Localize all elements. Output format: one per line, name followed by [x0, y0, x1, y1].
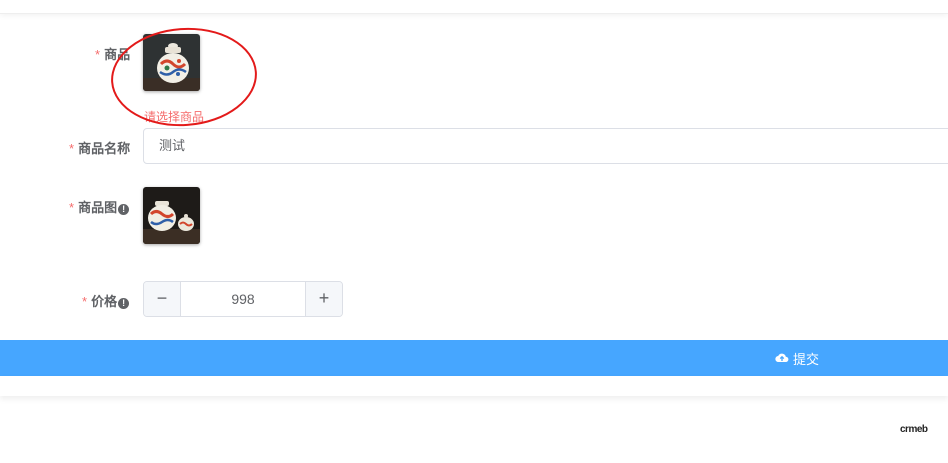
product-name-label-text: 商品名称 [78, 141, 131, 156]
decrease-button[interactable]: − [144, 282, 181, 316]
product-name-input[interactable]: 测试 [143, 128, 948, 164]
submit-button[interactable]: 提交 [0, 340, 948, 376]
info-icon[interactable]: ! [118, 204, 130, 215]
required-mark: * [69, 200, 75, 215]
required-mark: * [95, 47, 101, 62]
product-image-thumbnail[interactable] [143, 187, 200, 244]
top-header-edge [0, 0, 948, 14]
porcelain-set-image [143, 187, 200, 244]
submit-label: 提交 [793, 351, 820, 367]
product-image-label: * 商品图! [69, 197, 130, 216]
annotation-circle [107, 23, 261, 131]
product-name-label: * 商品名称 [69, 138, 130, 157]
required-mark: * [82, 294, 88, 309]
form-page: * 商品 请选择商品 * 商品名称 测试 * 商品图! * 价格 ! − 998… [0, 0, 948, 463]
price-stepper: − 998 + [143, 281, 343, 317]
increase-button[interactable]: + [305, 282, 342, 316]
submit-button-content: 提交 [775, 340, 819, 376]
price-input[interactable]: 998 [181, 282, 305, 316]
required-mark: * [69, 141, 75, 156]
card-bottom-edge [0, 376, 948, 396]
price-label: * 价格! [82, 291, 130, 310]
price-label-text: 价格 [91, 294, 118, 309]
cloud-upload-icon [775, 351, 789, 366]
brand-logo: crmeb [900, 424, 928, 435]
info-icon[interactable]: ! [118, 298, 130, 309]
product-image-label-text: 商品图 [78, 200, 118, 215]
